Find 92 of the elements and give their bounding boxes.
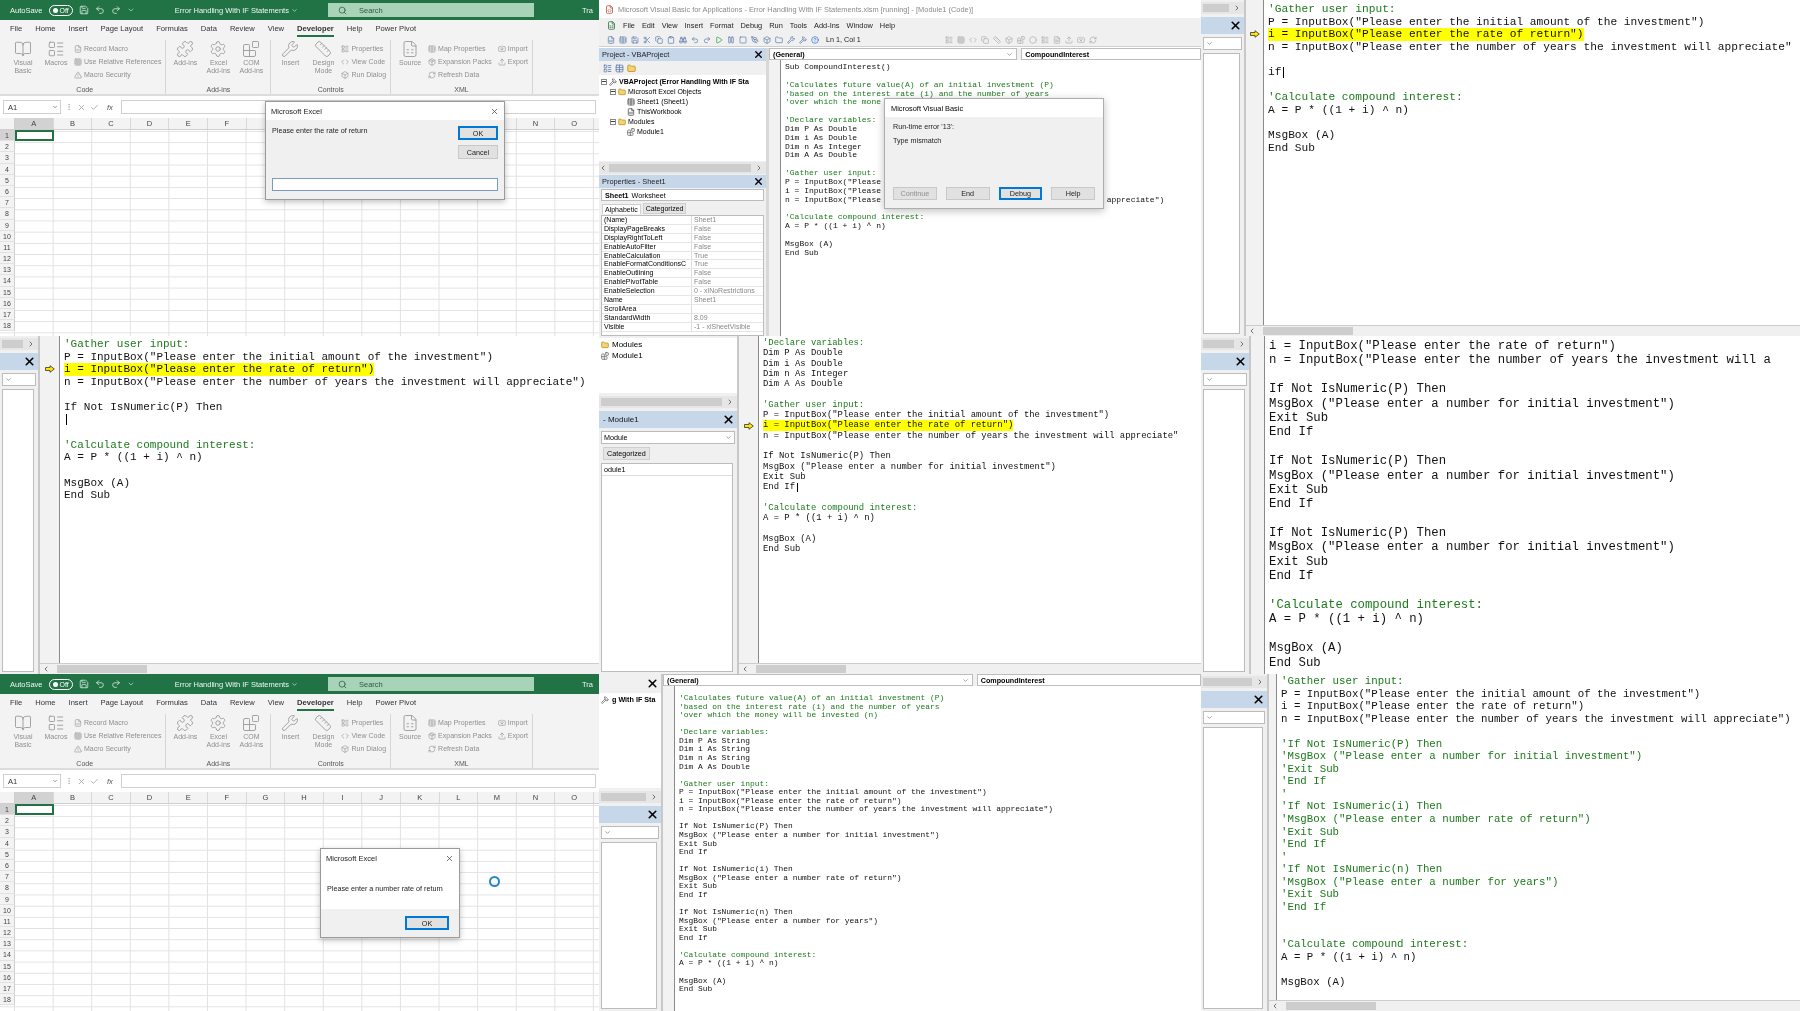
code-comment: ' (1281, 787, 1288, 801)
code-comment: 'Gather user input: (785, 169, 877, 178)
code-line: n = InputBox("Please (785, 195, 881, 205)
code-line: Exit Sub (763, 471, 806, 482)
code-comment: 'Declare variables: (785, 116, 877, 125)
code-line: End If (1269, 425, 1314, 440)
code-line: MsgBox (A) (64, 476, 130, 490)
code-line: n = InputBox("Please enter the number of years the investment will appreciate") (1281, 712, 1791, 726)
tree-item[interactable]: Module1 (601, 351, 735, 360)
code-line: End Sub (1269, 655, 1321, 670)
code-comment: 'Calculate compound interest: (763, 502, 918, 513)
code-line: Dim n As Integer (763, 368, 849, 379)
code-line: If Not IsNumeric(P) Then (1269, 382, 1447, 397)
code-comment: 'Calculate compound interest: (64, 438, 256, 452)
code-line: P = InputBox("Please enter the initial amount of the investment") (1268, 15, 1705, 29)
code-line: If Not IsNumeric(P) Then (64, 400, 223, 414)
code-comment: 'Calculate compound interest: (785, 213, 925, 222)
code-comment: 'End If (1281, 900, 1327, 914)
code-line: End Sub (763, 543, 801, 555)
code-line: MsgBox (A) (763, 533, 817, 544)
tree-item[interactable]: Modules (601, 340, 735, 349)
code-comment: 'If Not IsNumeric(n) Then (1281, 863, 1443, 876)
code-line: P = InputBox("Please enter the initial amount of the investment") (1281, 687, 1701, 701)
code-line: n = InputBox("Please enter the number of years the investment will a (1269, 353, 1771, 368)
code-line: Dim i As Double (763, 358, 843, 369)
code-comment: 'Gather user input: (763, 399, 865, 410)
code-line: P = InputBox("Please enter the initial amount of the investment") (763, 410, 1110, 421)
code-line: appreciate") (1106, 195, 1165, 205)
code-comment: 'based on the interest rate (i) and the number of years (785, 89, 1050, 99)
code-line: MsgBox (A) (785, 239, 833, 248)
code-comment: 'Calculate compound interest: (1269, 598, 1483, 613)
code-line: Dim P As Double (763, 348, 843, 359)
code-comment: ' (1281, 850, 1288, 864)
code-line: n = InputBox("Please enter the number of years the investment will appreciate" (1268, 40, 1792, 54)
code-line: Exit Sub (1269, 554, 1329, 570)
code-line: A = P * ((1 + i) ^ n) (1281, 951, 1417, 964)
code-line: MsgBox ("Please enter a number for initial investment") (1269, 540, 1675, 555)
code-line: A = P * ((1 + i) ^ n) (763, 513, 875, 524)
code-comment: 'Gather user input: (1268, 3, 1396, 16)
code-line: A = P * ((1 + i) ^ n) (785, 222, 886, 232)
code-line: P = InputBox("Please (785, 177, 881, 186)
code-line: If Not IsNumeric(P) Then (763, 451, 891, 462)
code-line: A = P * ((1 + i) ^ n) (1269, 612, 1424, 627)
code-comment: 'Exit Sub (1281, 888, 1340, 901)
code-comment: 'Declare variables: (763, 338, 865, 348)
code-line: A = P * ((1 + i) ^ n) (64, 451, 203, 464)
code-line: Exit Sub (1269, 482, 1329, 498)
code-comment: 'If Not IsNumeric(P) Then (1281, 737, 1443, 751)
code-line: End If (763, 482, 795, 493)
code-line: MsgBox (A) (1268, 128, 1336, 142)
code-line: Dim i As Double (785, 133, 857, 143)
pane-title: - Module1 (603, 415, 639, 424)
code-comment: 'Gather user input: (64, 338, 190, 351)
code-comment: 'Exit Sub (1281, 762, 1340, 776)
code-comment: 'Calculate compound interest: (1268, 91, 1463, 104)
code-line: End Sub (1268, 141, 1315, 155)
code-line: MsgBox (A) (1269, 641, 1343, 656)
code-line: n = InputBox("Please enter the number of years the investment will appreciate" (763, 430, 1179, 441)
code-line: End Sub (64, 489, 111, 502)
code-line: If Not IsNumeric(P) Then (1269, 526, 1447, 541)
code-comment: 'If Not IsNumeric(i) Then (1281, 800, 1443, 813)
code-line: MsgBox ("Please enter a number for initial investment") (763, 461, 1056, 472)
code-line: Dim n As Integer (785, 142, 862, 151)
code-line: i = InputBox("Please enter the rate of return") (1269, 339, 1616, 354)
code-comment: 'MsgBox ("Please enter a number for initial investment") (1281, 750, 1643, 763)
code-comment: 'MsgBox ("Please enter a number for years") (1281, 875, 1559, 889)
code-line: Dim A As Double (763, 379, 843, 390)
code-comment: 'Gather user input: (1281, 675, 1404, 688)
code-line: P = InputBox("Please enter the initial amount of the investment") (64, 350, 494, 364)
code-line: End If (1269, 497, 1314, 512)
code-line: n = InputBox("Please enter the number of years the investment will appreciate") (64, 375, 586, 389)
code-comment: 'End If (1281, 838, 1327, 851)
code-line: End Sub (785, 248, 819, 258)
code-line: Dim A As Double (785, 151, 857, 161)
code-line: Exit Sub (1269, 410, 1329, 426)
code-line: i = InputBox("Please (785, 186, 881, 195)
code-line: MsgBox (A) (1281, 976, 1346, 989)
code-comment: 'Calculate compound interest: (1281, 938, 1469, 952)
code-line: i = InputBox("Please enter the rate of return") (1281, 700, 1585, 713)
code-line: MsgBox ("Please enter a number for initial investment") (1269, 468, 1675, 483)
code-comment: 'End If (1281, 775, 1327, 788)
code-line: A = P * ((1 + i) ^ n) (1268, 103, 1409, 117)
code-line: Sub CompoundInterest() (785, 63, 891, 72)
code-line: End If (1269, 569, 1314, 584)
code-comment: 'over which the mone (785, 98, 881, 108)
code-comment: 'Calculates future value(A) of an initial investment (P) (785, 80, 1054, 90)
code-line: Dim P As Double (785, 124, 857, 134)
code-line: If Not IsNumeric(P) Then (1269, 454, 1447, 469)
code-line: MsgBox ("Please enter a number for initial investment") (1269, 396, 1675, 411)
code-comment: 'Exit Sub (1281, 825, 1340, 839)
code-comment: 'MsgBox ("Please enter a number rate of return") (1281, 813, 1591, 826)
code-line: if (1268, 65, 1282, 79)
